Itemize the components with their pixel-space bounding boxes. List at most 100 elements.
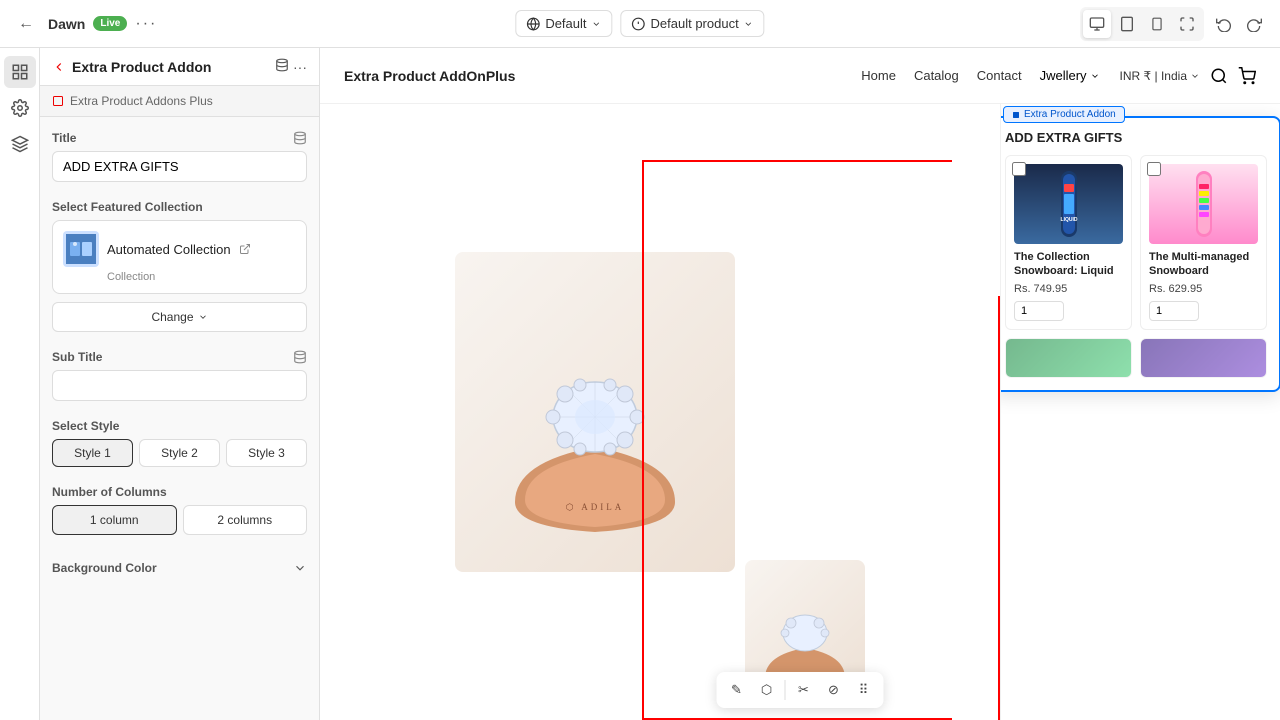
globe-icon bbox=[526, 17, 540, 31]
redo-button[interactable] bbox=[1240, 10, 1268, 38]
sidebar-sections-button[interactable] bbox=[4, 56, 36, 88]
style-selector: Style 1 Style 2 Style 3 bbox=[52, 439, 307, 467]
1-column-button[interactable]: 1 column bbox=[52, 505, 177, 535]
sidebar-icons bbox=[0, 48, 40, 720]
product-dropdown[interactable]: Default product bbox=[621, 10, 765, 37]
topbar-right bbox=[1080, 7, 1268, 41]
left-panel: Extra Product Addon ··· Extra Product Ad… bbox=[40, 48, 320, 720]
extra-gifts-overlay: Extra Product Addon ADD EXTRA GIFTS bbox=[1000, 116, 1280, 392]
extra-product-addon-label: Extra Product Addon bbox=[1003, 106, 1125, 123]
cart-icon[interactable] bbox=[1238, 67, 1256, 85]
shape-tool-button[interactable]: ⬡ bbox=[753, 676, 781, 704]
panel-back-icon bbox=[52, 60, 66, 74]
subtitle-label: Sub Title bbox=[52, 350, 307, 364]
snowboard-2-svg bbox=[1176, 169, 1231, 239]
back-button[interactable]: ← bbox=[12, 10, 40, 38]
disable-tool-button[interactable]: ⊘ bbox=[820, 676, 848, 704]
panel-db-button[interactable] bbox=[275, 58, 289, 75]
bg-color-row: Background Color bbox=[52, 553, 307, 583]
collection-name: Automated Collection bbox=[107, 242, 231, 257]
cut-tool-button[interactable]: ✂ bbox=[790, 676, 818, 704]
panel-more-button[interactable]: ··· bbox=[293, 58, 307, 75]
main-layout: Extra Product Addon ··· Extra Product Ad… bbox=[0, 48, 1280, 720]
undo-redo-group bbox=[1210, 10, 1268, 38]
store-header: Extra Product AddOnPlus Home Catalog Con… bbox=[320, 48, 1280, 104]
chevron-down-bg-icon bbox=[293, 561, 307, 575]
toolbar-divider bbox=[785, 680, 786, 700]
title-input[interactable] bbox=[52, 151, 307, 182]
nav-jwellery[interactable]: Jwellery bbox=[1040, 68, 1100, 83]
undo-button[interactable] bbox=[1210, 10, 1238, 38]
subtitle-input[interactable] bbox=[52, 370, 307, 401]
collection-thumb bbox=[63, 231, 99, 267]
title-section: Title bbox=[52, 131, 307, 182]
panel-header-left: Extra Product Addon bbox=[52, 59, 212, 75]
style-3-button[interactable]: Style 3 bbox=[226, 439, 307, 467]
mobile-button[interactable] bbox=[1143, 10, 1171, 38]
gift-checkbox-2[interactable] bbox=[1147, 162, 1161, 176]
style-2-button[interactable]: Style 2 bbox=[139, 439, 220, 467]
panel-sub-header: Extra Product Addons Plus bbox=[40, 86, 319, 117]
main-product-image: ⬡ ADILA bbox=[455, 252, 735, 572]
gift-price-2: Rs. 629.95 bbox=[1149, 283, 1258, 295]
gifts-grid: LIQUID The Collection Snowboard: Liquid … bbox=[1005, 155, 1267, 330]
title-label: Title bbox=[52, 131, 307, 145]
preview-area: Extra Product AddOnPlus Home Catalog Con… bbox=[320, 48, 1280, 720]
gift-qty-1[interactable] bbox=[1014, 301, 1064, 321]
columns-selector: 1 column 2 columns bbox=[52, 505, 307, 535]
product-main: ⬡ ADILA bbox=[320, 104, 1000, 720]
topbar-center: Default Default product bbox=[515, 10, 764, 37]
collection-row: Automated Collection bbox=[63, 231, 296, 267]
collection-section: Select Featured Collection Automate bbox=[52, 200, 307, 332]
collection-selector: Automated Collection Collection bbox=[52, 220, 307, 294]
external-link-icon[interactable] bbox=[239, 243, 251, 255]
gift-card-2: The Multi-managed Snowboard Rs. 629.95 bbox=[1140, 155, 1267, 330]
edit-tool-button[interactable]: ✎ bbox=[723, 676, 751, 704]
snowboard-1-svg: LIQUID bbox=[1041, 169, 1096, 239]
live-badge: Live bbox=[93, 16, 127, 31]
collection-type: Collection bbox=[63, 271, 296, 283]
store-logo: Extra Product AddOnPlus bbox=[344, 68, 841, 84]
style-label: Select Style bbox=[52, 419, 307, 433]
grid-tool-button[interactable]: ⠿ bbox=[850, 676, 878, 704]
2-columns-button[interactable]: 2 columns bbox=[183, 505, 308, 535]
chevron-down-icon bbox=[592, 19, 602, 29]
theme-dropdown[interactable]: Default bbox=[515, 10, 612, 37]
product-right-panel: 18kt Yellow Gold 18kt Rose Gold 18kt Whi… bbox=[1000, 104, 1280, 720]
nav-catalog[interactable]: Catalog bbox=[914, 68, 959, 83]
more-button[interactable]: ··· bbox=[135, 15, 157, 33]
db-icon[interactable] bbox=[293, 131, 307, 145]
preview-frame: Extra Product AddOnPlus Home Catalog Con… bbox=[320, 48, 1280, 720]
currency-selector[interactable]: INR ₹ | India bbox=[1120, 69, 1200, 83]
nav-home[interactable]: Home bbox=[861, 68, 896, 83]
gift-name-1: The Collection Snowboard: Liquid bbox=[1014, 250, 1123, 279]
gift-card-1: LIQUID The Collection Snowboard: Liquid … bbox=[1005, 155, 1132, 330]
gift-image-1: LIQUID bbox=[1014, 164, 1123, 244]
gift-qty-2[interactable] bbox=[1149, 301, 1199, 321]
sidebar-apps-button[interactable] bbox=[4, 128, 36, 160]
topbar: ← Dawn Live ··· Default Default product bbox=[0, 0, 1280, 48]
tablet-button[interactable] bbox=[1113, 10, 1141, 38]
change-chevron-icon bbox=[198, 312, 208, 322]
gift-checkbox-1[interactable] bbox=[1012, 162, 1026, 176]
product-icon bbox=[632, 17, 646, 31]
nav-contact[interactable]: Contact bbox=[977, 68, 1022, 83]
panel-header: Extra Product Addon ··· bbox=[40, 48, 319, 86]
gift-image-2 bbox=[1149, 164, 1258, 244]
desktop-button[interactable] bbox=[1083, 10, 1111, 38]
fullscreen-button[interactable] bbox=[1173, 10, 1201, 38]
gift-price-1: Rs. 749.95 bbox=[1014, 283, 1123, 295]
style-1-button[interactable]: Style 1 bbox=[52, 439, 133, 467]
product-images: ⬡ ADILA bbox=[320, 104, 1000, 720]
subtitle-section: Sub Title bbox=[52, 350, 307, 401]
subtitle-db-icon[interactable] bbox=[293, 350, 307, 364]
extra-gifts-title: ADD EXTRA GIFTS bbox=[1005, 130, 1267, 145]
collection-thumb-img bbox=[66, 234, 96, 264]
svg-text:LIQUID: LIQUID bbox=[1061, 217, 1078, 223]
change-collection-button[interactable]: Change bbox=[52, 302, 307, 332]
columns-label: Number of Columns bbox=[52, 485, 307, 499]
svg-text:⬡ ADILA: ⬡ ADILA bbox=[566, 502, 625, 512]
sidebar-settings-button[interactable] bbox=[4, 92, 36, 124]
search-icon[interactable] bbox=[1210, 67, 1228, 85]
store-nav-right: INR ₹ | India bbox=[1120, 67, 1256, 85]
